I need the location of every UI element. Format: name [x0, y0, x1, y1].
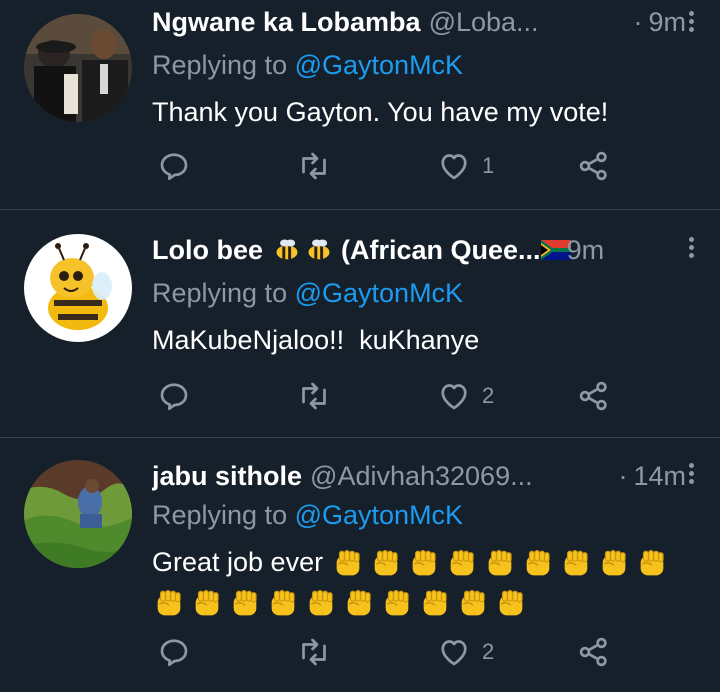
bee-emoji-icon [308, 239, 330, 260]
heart-icon [441, 384, 467, 410]
timestamp[interactable]: 9m [648, 7, 686, 38]
retweet-button[interactable] [296, 632, 332, 672]
fist-emoji-icon [157, 589, 181, 616]
tweet-3[interactable]: jabu sithole @Adivhah32069... · 14m Repl… [0, 438, 720, 692]
fist-emoji-icon [233, 589, 257, 616]
tweet-body: Great job ever [152, 542, 700, 622]
retweet-icon [302, 638, 326, 666]
tweet-2[interactable]: Lolo bee (African Quee... 9m Replying to… [0, 210, 720, 438]
fist-emoji-icon [488, 549, 512, 576]
reply-button[interactable] [156, 632, 192, 672]
tweet-header: jabu sithole @Adivhah32069... · 14m [152, 456, 686, 496]
avatar[interactable] [24, 14, 132, 122]
fist-emoji-icon [347, 589, 371, 616]
tweet-actions: 2 [152, 376, 622, 416]
replying-prefix: Replying to [152, 278, 288, 308]
fist-emoji-icon [499, 589, 523, 616]
replying-to-link[interactable]: @GaytonMcK [295, 500, 463, 530]
tweet-actions: 2 [152, 632, 622, 672]
reply-button[interactable] [156, 146, 192, 186]
more-options-icon[interactable] [686, 234, 696, 262]
replying-to-link[interactable]: @GaytonMcK [295, 278, 463, 308]
share-button[interactable] [576, 146, 612, 186]
fist-emoji-icon [461, 589, 485, 616]
replying-to: Replying to @GaytonMcK [152, 500, 463, 531]
share-icon [579, 381, 607, 411]
replying-to-link[interactable]: @GaytonMcK [295, 50, 463, 80]
replying-to: Replying to @GaytonMcK [152, 278, 463, 309]
display-name[interactable]: jabu sithole [152, 461, 302, 492]
share-icon [579, 637, 607, 667]
like-button[interactable]: 2 [436, 632, 494, 672]
fist-emoji-icon [526, 549, 550, 576]
reply-icon [160, 153, 188, 181]
fist-emoji-icon [423, 589, 447, 616]
tweet-text: Thank you Gayton. You have my vote! [152, 97, 609, 127]
fist-emoji-icon [271, 589, 295, 616]
tweet-1[interactable]: Ngwane ka Lobamba @Loba... · 9m Replying… [0, 0, 720, 210]
retweet-icon [302, 152, 326, 180]
fist-emoji-icon [450, 549, 474, 576]
like-button[interactable]: 2 [436, 376, 494, 416]
like-count: 2 [482, 383, 495, 408]
fist-emoji-icon [336, 549, 360, 576]
reply-icon [160, 383, 188, 411]
timestamp[interactable]: 9m [567, 235, 605, 266]
more-options-icon[interactable] [686, 8, 696, 36]
fist-emoji-icon [412, 549, 436, 576]
fist-emoji-icon [309, 589, 333, 616]
separator-dot: · [633, 6, 643, 37]
fist-emoji-icon [564, 549, 588, 576]
fist-emoji-icon [195, 589, 219, 616]
retweet-button[interactable] [296, 376, 332, 416]
avatar[interactable] [24, 234, 132, 342]
handle[interactable]: @Adivhah32069... [310, 461, 610, 492]
retweet-icon [302, 382, 326, 410]
fist-emoji-icon [640, 549, 664, 576]
tweet-text: Great job ever [152, 547, 324, 577]
heart-icon [441, 640, 467, 666]
avatar[interactable] [24, 460, 132, 568]
display-name-suffix[interactable]: (African Quee... [341, 235, 541, 266]
fist-emoji-icon [385, 589, 409, 616]
share-button[interactable] [576, 632, 612, 672]
like-button[interactable]: 1 [436, 146, 494, 186]
replying-prefix: Replying to [152, 500, 288, 530]
reply-button[interactable] [156, 376, 192, 416]
more-options-icon[interactable] [686, 460, 696, 488]
tweet-header: Ngwane ka Lobamba @Loba... · 9m [152, 2, 686, 42]
share-icon [579, 151, 607, 181]
display-name[interactable]: Lolo bee [152, 235, 263, 266]
tweet-header: Lolo bee (African Quee... 9m [152, 230, 686, 270]
fist-emoji-icon [374, 549, 398, 576]
share-button[interactable] [576, 376, 612, 416]
bee-emoji-icon [276, 239, 298, 260]
reply-icon [160, 639, 188, 667]
timestamp[interactable]: 14m [633, 461, 686, 492]
tweet-actions: 1 [152, 146, 622, 186]
heart-icon [441, 154, 467, 180]
like-count: 2 [482, 639, 495, 664]
fist-emoji-icon [602, 549, 626, 576]
like-count: 1 [482, 153, 495, 178]
retweet-button[interactable] [296, 146, 332, 186]
replying-to: Replying to @GaytonMcK [152, 50, 463, 81]
replying-prefix: Replying to [152, 50, 288, 80]
handle[interactable]: @Loba... [429, 7, 626, 38]
display-name[interactable]: Ngwane ka Lobamba [152, 7, 421, 38]
separator-dot: · [618, 460, 628, 491]
tweet-text: MaKubeNjaloo!! kuKhanye [152, 325, 480, 355]
